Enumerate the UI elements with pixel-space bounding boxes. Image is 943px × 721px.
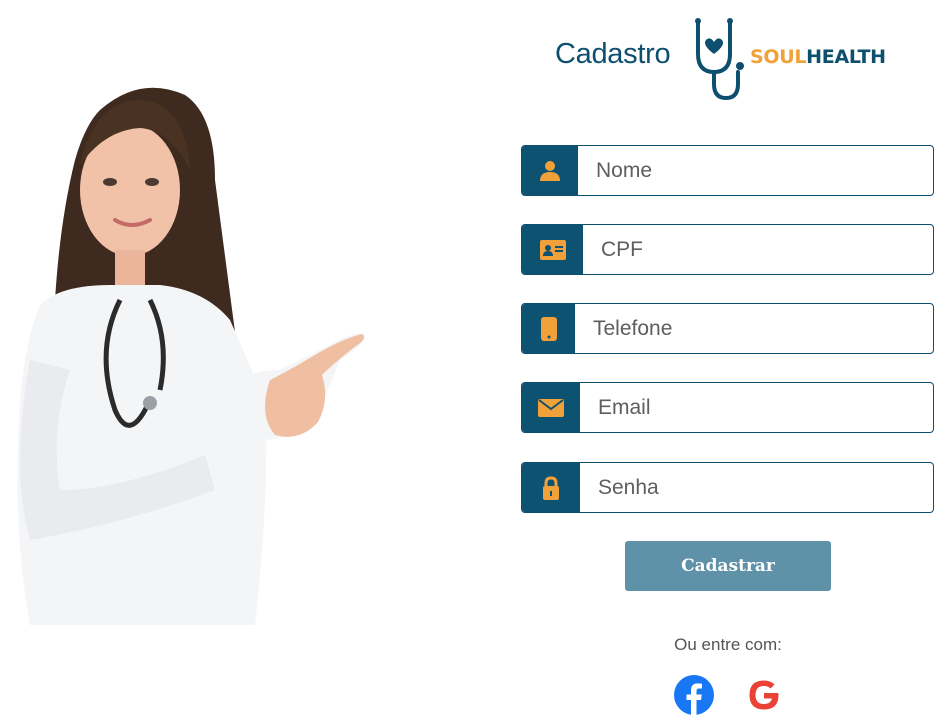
phone-icon — [522, 304, 575, 353]
page-title: Cadastro — [555, 38, 671, 70]
name-input[interactable] — [578, 146, 933, 195]
email-field — [521, 382, 934, 433]
facebook-icon[interactable] — [673, 674, 715, 716]
logo-wordmark: SOULHEALTH — [750, 46, 886, 68]
cpf-field — [521, 224, 934, 275]
password-field — [521, 462, 934, 513]
doctor-illustration — [0, 70, 400, 630]
stethoscope-logo-icon — [695, 18, 744, 101]
password-input[interactable] — [580, 463, 933, 512]
email-input[interactable] — [580, 383, 933, 432]
cpf-input[interactable] — [583, 225, 933, 274]
id-card-icon — [522, 225, 583, 274]
envelope-icon — [522, 383, 580, 432]
phone-input[interactable] — [575, 304, 933, 353]
user-icon — [522, 146, 578, 195]
name-field — [521, 145, 934, 196]
lock-icon — [522, 463, 580, 512]
phone-field — [521, 303, 934, 354]
register-button[interactable]: Cadastrar — [625, 541, 831, 591]
google-icon[interactable] — [743, 674, 785, 716]
soulhealth-logo: SOULHEALTH — [690, 14, 895, 104]
social-login-label: Ou entre com: — [674, 635, 782, 654]
